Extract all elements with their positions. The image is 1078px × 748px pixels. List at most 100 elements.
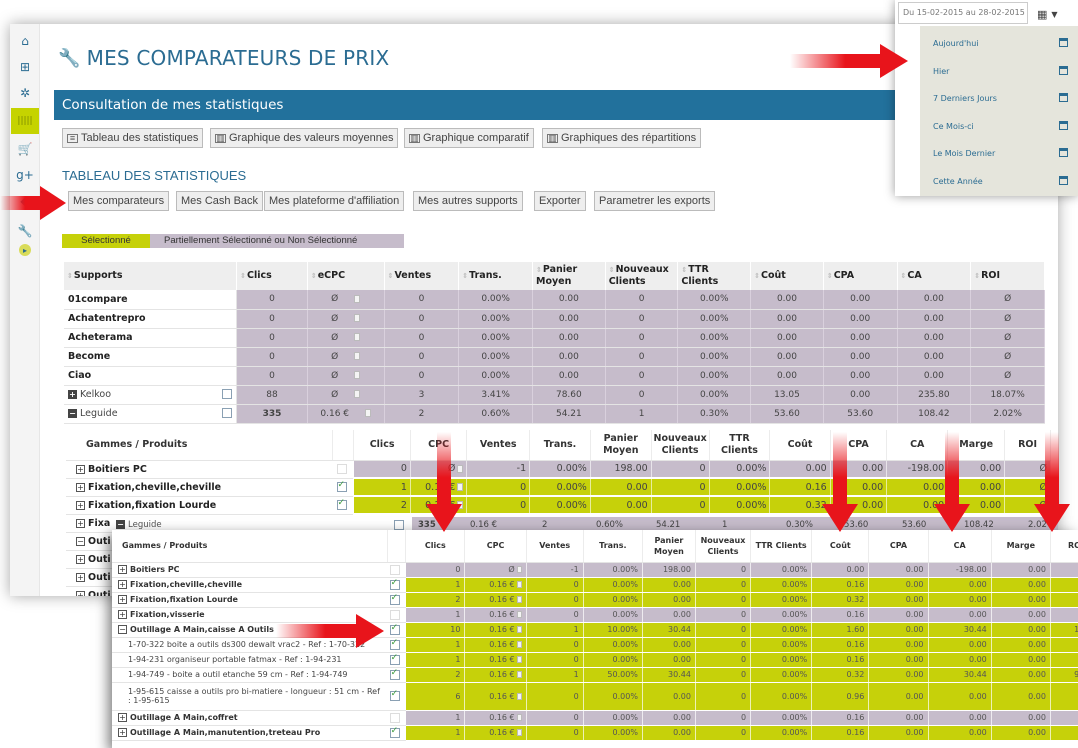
gamme-name[interactable]: + Fixation,fixation Lourde bbox=[66, 496, 333, 515]
expand-icon[interactable]: + bbox=[118, 595, 127, 604]
date-range-toggle[interactable]: ▦ ▼ bbox=[1037, 4, 1073, 24]
view-tab-2[interactable]: ▥ Graphique comparatif bbox=[404, 128, 534, 148]
column-header[interactable]: ⇕Nouveaux Clients bbox=[605, 262, 679, 290]
row-checkbox[interactable] bbox=[336, 464, 347, 474]
gamme-name[interactable]: 1-94-231 organiseur portable fatmax - Re… bbox=[112, 652, 388, 668]
column-header[interactable]: ⇕Supports bbox=[64, 262, 238, 290]
gamme-name[interactable]: + Boitiers PC bbox=[66, 460, 333, 479]
gamme-name[interactable]: + Fixation,cheville,cheville bbox=[112, 577, 388, 593]
barcode-icon[interactable]: ||||| bbox=[11, 108, 39, 134]
collapse-icon[interactable]: − bbox=[76, 536, 85, 546]
gamme-name[interactable]: 1-95-615 caisse a outils pro bi-matiere … bbox=[112, 682, 388, 711]
collapse-icon[interactable]: − bbox=[68, 409, 77, 418]
column-header[interactable]: ⇕eCPC bbox=[307, 262, 385, 290]
support-name[interactable]: Ciao bbox=[64, 366, 238, 386]
row-checkbox[interactable] bbox=[389, 609, 400, 620]
date-option[interactable]: Cette Année bbox=[920, 168, 1078, 195]
support-name[interactable]: Achatentrepro bbox=[64, 309, 238, 329]
sitemap-icon[interactable]: ⊞ bbox=[14, 56, 36, 78]
support-tab-mes-autres-supports[interactable]: Mes autres supports bbox=[413, 191, 523, 211]
support-tab-exporter[interactable]: Exporter bbox=[534, 191, 586, 211]
date-option[interactable]: Aujourd'hui bbox=[920, 30, 1078, 57]
expand-icon[interactable]: + bbox=[76, 464, 85, 474]
column-header[interactable]: ⇕CA bbox=[897, 262, 972, 290]
document-icon[interactable] bbox=[516, 671, 522, 678]
column-header[interactable]: ⇕ROI bbox=[970, 262, 1045, 290]
row-checkbox[interactable] bbox=[389, 578, 400, 590]
expand-icon[interactable]: + bbox=[76, 500, 85, 510]
column-header[interactable]: ⇕CPA bbox=[823, 262, 898, 290]
expand-icon[interactable]: + bbox=[118, 728, 127, 737]
row-checkbox[interactable] bbox=[389, 726, 400, 738]
collapse-icon[interactable]: − bbox=[118, 625, 127, 634]
row-checkbox[interactable] bbox=[222, 389, 233, 399]
document-icon[interactable] bbox=[516, 656, 522, 663]
document-icon[interactable] bbox=[516, 641, 522, 648]
support-tab-mes-cash-back[interactable]: Mes Cash Back bbox=[176, 191, 264, 211]
expand-icon[interactable]: + bbox=[76, 554, 85, 564]
gamme-name[interactable]: + Boitiers PC bbox=[112, 562, 388, 578]
gear-icon[interactable]: ✲ bbox=[14, 82, 36, 104]
column-header[interactable]: ⇕Panier Moyen bbox=[532, 262, 606, 290]
date-option[interactable]: Ce Mois-ci bbox=[920, 113, 1078, 140]
view-tab-3[interactable]: ▥ Graphiques des répartitions bbox=[542, 128, 702, 148]
expand-icon[interactable]: + bbox=[68, 390, 77, 399]
expand-icon[interactable]: + bbox=[118, 565, 127, 574]
row-checkbox[interactable] bbox=[389, 653, 400, 665]
expand-icon[interactable]: + bbox=[118, 580, 127, 589]
support-tab-mes-plateforme-d-affiliation[interactable]: Mes plateforme d'affiliation bbox=[264, 191, 405, 211]
row-checkbox[interactable] bbox=[336, 480, 347, 492]
row-checkbox[interactable] bbox=[336, 498, 347, 510]
document-icon[interactable] bbox=[516, 729, 522, 736]
view-tab-0[interactable]: ≡ Tableau des statistiques bbox=[62, 128, 204, 148]
expand-icon[interactable]: + bbox=[118, 610, 127, 619]
document-icon[interactable] bbox=[516, 626, 522, 633]
document-icon[interactable] bbox=[354, 294, 361, 303]
expand-icon[interactable]: + bbox=[76, 518, 85, 528]
row-checkbox[interactable] bbox=[389, 689, 400, 701]
document-icon[interactable] bbox=[354, 333, 361, 341]
google-plus-icon[interactable]: g+ bbox=[14, 164, 36, 186]
column-header[interactable]: ⇕Coût bbox=[750, 262, 824, 290]
column-header[interactable]: ⇕TTR Clients bbox=[677, 262, 752, 290]
date-option[interactable]: 7 Derniers Jours bbox=[920, 85, 1078, 112]
document-icon[interactable] bbox=[354, 314, 361, 322]
expand-icon[interactable]: + bbox=[76, 572, 85, 582]
date-option[interactable]: Hier bbox=[920, 58, 1078, 85]
support-name[interactable]: − Leguide bbox=[64, 404, 238, 424]
expand-icon[interactable]: + bbox=[118, 713, 127, 722]
gamme-name[interactable]: + Outillage A Main,manutention,treteau Pr… bbox=[112, 725, 388, 741]
document-icon[interactable] bbox=[354, 352, 361, 360]
document-icon[interactable] bbox=[516, 611, 522, 618]
document-icon[interactable] bbox=[354, 371, 361, 379]
row-checkbox[interactable] bbox=[389, 638, 400, 650]
column-header[interactable]: ⇕Ventes bbox=[384, 262, 460, 290]
document-icon[interactable] bbox=[516, 566, 522, 573]
home-icon[interactable]: ⌂ bbox=[14, 30, 36, 52]
view-tab-1[interactable]: ▥ Graphique des valeurs moyennes bbox=[210, 128, 399, 148]
date-option[interactable]: Le Mois Dernier bbox=[920, 140, 1078, 167]
expand-icon[interactable]: + bbox=[76, 482, 85, 492]
document-icon[interactable] bbox=[516, 692, 522, 700]
row-checkbox[interactable] bbox=[389, 564, 400, 575]
row-checkbox[interactable] bbox=[389, 623, 400, 635]
cart-icon[interactable]: 🛒 bbox=[14, 138, 36, 160]
document-icon[interactable] bbox=[365, 409, 372, 417]
document-icon[interactable] bbox=[516, 596, 522, 603]
wrench-icon[interactable]: 🔧 bbox=[14, 220, 36, 242]
gamme-name[interactable]: 1-94-749 - boite a outil etanche 59 cm -… bbox=[112, 667, 388, 683]
row-checkbox[interactable] bbox=[389, 668, 400, 680]
row-checkbox[interactable] bbox=[222, 408, 233, 418]
support-name[interactable]: Acheterama bbox=[64, 328, 238, 348]
gamme-name[interactable]: + Fixation,cheville,cheville bbox=[66, 478, 333, 497]
support-tab-mes-comparateurs[interactable]: Mes comparateurs bbox=[68, 191, 170, 211]
support-name[interactable]: Become bbox=[64, 347, 238, 367]
column-header[interactable]: ⇕Trans. bbox=[458, 262, 533, 290]
row-checkbox[interactable] bbox=[389, 712, 400, 723]
column-header[interactable]: ⇕Clics bbox=[236, 262, 308, 290]
document-icon[interactable] bbox=[516, 714, 522, 721]
document-icon[interactable] bbox=[516, 581, 522, 588]
leguide-strip-label[interactable]: − Leguide bbox=[116, 520, 162, 530]
support-tab-parametrer-les-exports[interactable]: Parametrer les exports bbox=[594, 191, 716, 211]
leguide-strip-checkbox[interactable] bbox=[394, 520, 404, 530]
